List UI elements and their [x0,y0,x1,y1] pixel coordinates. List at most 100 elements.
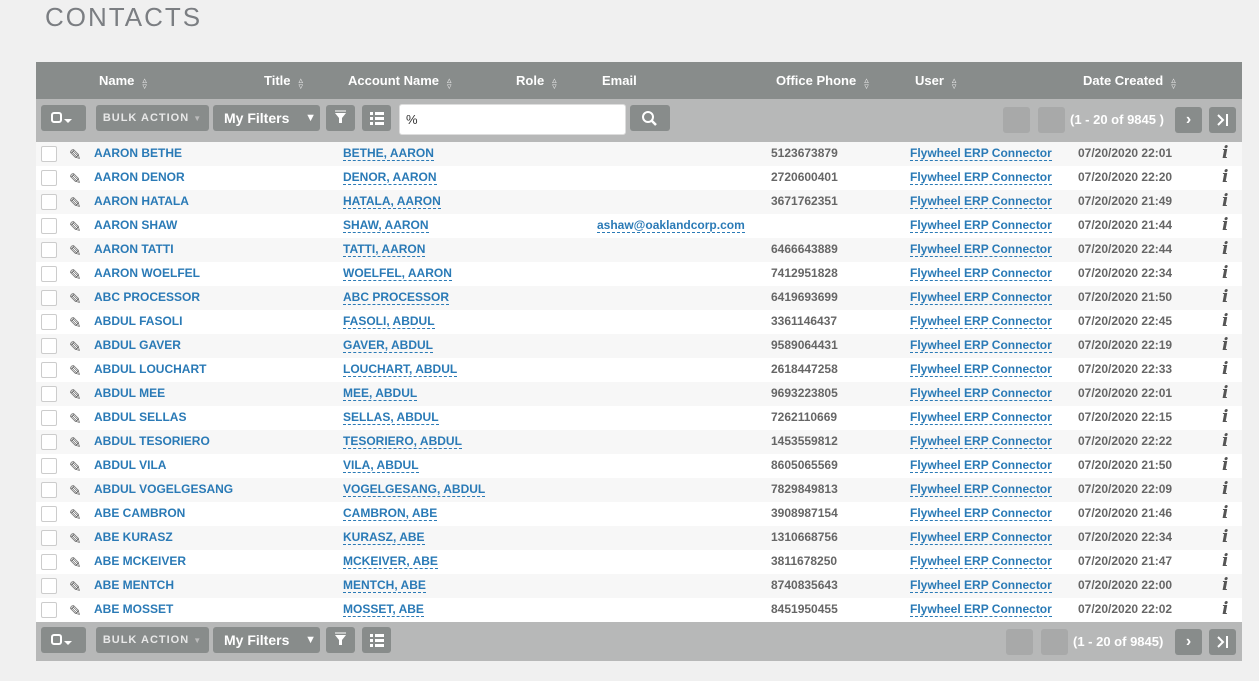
contact-name-link[interactable]: ABE MCKEIVER [94,550,186,574]
next-page-button[interactable]: › [1175,629,1202,655]
contact-name-link[interactable]: AARON BETHE [94,142,182,166]
account-name-link[interactable]: LOUCHART, ABDUL [343,358,458,382]
column-header-account-name[interactable]: Account Name ▵ ▿ [348,62,452,99]
row-checkbox[interactable] [41,290,57,306]
account-name-link[interactable]: MEE, ABDUL [343,382,418,406]
user-link[interactable]: Flywheel ERP Connector [910,406,1052,430]
previous-page-button[interactable] [1041,629,1068,655]
sort-icon[interactable]: ▵ ▿ [447,75,452,90]
row-checkbox[interactable] [41,458,57,474]
user-link[interactable]: Flywheel ERP Connector [910,550,1052,574]
user-link[interactable]: Flywheel ERP Connector [910,478,1052,502]
row-checkbox[interactable] [41,146,57,162]
sort-icon[interactable]: ▵ ▿ [299,75,304,90]
contact-name-link[interactable]: ABE MOSSET [94,598,173,622]
contact-name-link[interactable]: ABDUL GAVER [94,334,181,358]
sort-icon[interactable]: ▵ ▿ [552,75,557,90]
account-name-link[interactable]: WOELFEL, AARON [343,262,452,286]
account-name-link[interactable]: VOGELGESANG, ABDUL [343,478,486,502]
column-chooser-button[interactable] [362,627,391,653]
row-checkbox[interactable] [41,506,57,522]
bulk-action-button[interactable]: BULK ACTION ▼ [96,105,209,131]
last-page-button[interactable] [1209,629,1236,655]
contact-name-link[interactable]: AARON HATALA [94,190,189,214]
account-name-link[interactable]: MCKEIVER, ABE [343,550,438,574]
info-icon[interactable]: i [1222,238,1228,262]
user-link[interactable]: Flywheel ERP Connector [910,262,1052,286]
first-page-button[interactable] [1003,107,1030,133]
contact-name-link[interactable]: AARON TATTI [94,238,174,262]
sort-icon[interactable]: ▵ ▿ [142,75,147,90]
user-link[interactable]: Flywheel ERP Connector [910,430,1052,454]
sort-icon[interactable]: ▵ ▿ [1171,75,1176,90]
column-header-date-created[interactable]: Date Created ▵ ▿ [1083,62,1176,99]
info-icon[interactable]: i [1222,526,1228,550]
user-link[interactable]: Flywheel ERP Connector [910,598,1052,622]
account-name-link[interactable]: DENOR, AARON [343,166,437,190]
account-name-link[interactable]: CAMBRON, ABE [343,502,438,526]
info-icon[interactable]: i [1222,142,1228,166]
info-icon[interactable]: i [1222,310,1228,334]
account-name-link[interactable]: BETHE, AARON [343,142,434,166]
contact-name-link[interactable]: ABDUL VOGELGESANG [94,478,233,502]
account-name-link[interactable]: ABC PROCESSOR [343,286,450,310]
bulk-action-button[interactable]: BULK ACTION ▼ [96,627,209,653]
column-header-role[interactable]: Role ▵ ▿ [516,62,557,99]
contact-name-link[interactable]: ABDUL FASOLI [94,310,182,334]
column-chooser-button[interactable] [362,105,391,131]
row-checkbox[interactable] [41,362,57,378]
info-icon[interactable]: i [1222,598,1228,622]
row-checkbox[interactable] [41,482,57,498]
first-page-button[interactable] [1006,629,1033,655]
user-link[interactable]: Flywheel ERP Connector [910,334,1052,358]
my-filters-dropdown[interactable]: My Filters ▼ [213,105,320,131]
contact-name-link[interactable]: ABDUL TESORIERO [94,430,210,454]
row-checkbox[interactable] [41,554,57,570]
user-link[interactable]: Flywheel ERP Connector [910,310,1052,334]
select-all-dropdown[interactable] [41,105,86,131]
row-checkbox[interactable] [41,530,57,546]
last-page-button[interactable] [1209,107,1236,133]
column-header-user[interactable]: User ▵ ▿ [915,62,956,99]
account-name-link[interactable]: TATTI, AARON [343,238,426,262]
contact-name-link[interactable]: ABE MENTCH [94,574,174,598]
account-name-link[interactable]: SHAW, AARON [343,214,429,238]
contact-name-link[interactable]: AARON WOELFEL [94,262,200,286]
column-header-office-phone[interactable]: Office Phone ▵ ▿ [776,62,869,99]
info-icon[interactable]: i [1222,430,1228,454]
user-link[interactable]: Flywheel ERP Connector [910,502,1052,526]
row-checkbox[interactable] [41,410,57,426]
user-link[interactable]: Flywheel ERP Connector [910,142,1052,166]
account-name-link[interactable]: KURASZ, ABE [343,526,425,550]
search-input[interactable] [399,104,626,135]
contact-name-link[interactable]: ABC PROCESSOR [94,286,200,310]
info-icon[interactable]: i [1222,574,1228,598]
search-button[interactable] [630,105,670,131]
info-icon[interactable]: i [1222,286,1228,310]
row-checkbox[interactable] [41,170,57,186]
contact-name-link[interactable]: ABDUL LOUCHART [94,358,206,382]
sort-icon[interactable]: ▵ ▿ [864,75,869,90]
account-name-link[interactable]: MENTCH, ABE [343,574,426,598]
info-icon[interactable]: i [1222,550,1228,574]
info-icon[interactable]: i [1222,502,1228,526]
info-icon[interactable]: i [1222,334,1228,358]
user-link[interactable]: Flywheel ERP Connector [910,574,1052,598]
contact-name-link[interactable]: ABDUL VILA [94,454,166,478]
contact-name-link[interactable]: ABDUL MEE [94,382,165,406]
info-icon[interactable]: i [1222,382,1228,406]
user-link[interactable]: Flywheel ERP Connector [910,454,1052,478]
previous-page-button[interactable] [1038,107,1065,133]
user-link[interactable]: Flywheel ERP Connector [910,238,1052,262]
account-name-link[interactable]: VILA, ABDUL [343,454,419,478]
user-link[interactable]: Flywheel ERP Connector [910,214,1052,238]
account-name-link[interactable]: HATALA, AARON [343,190,441,214]
info-icon[interactable]: i [1222,190,1228,214]
row-checkbox[interactable] [41,338,57,354]
user-link[interactable]: Flywheel ERP Connector [910,286,1052,310]
row-checkbox[interactable] [41,266,57,282]
row-checkbox[interactable] [41,386,57,402]
row-checkbox[interactable] [41,578,57,594]
row-checkbox[interactable] [41,194,57,210]
account-name-link[interactable]: FASOLI, ABDUL [343,310,435,334]
